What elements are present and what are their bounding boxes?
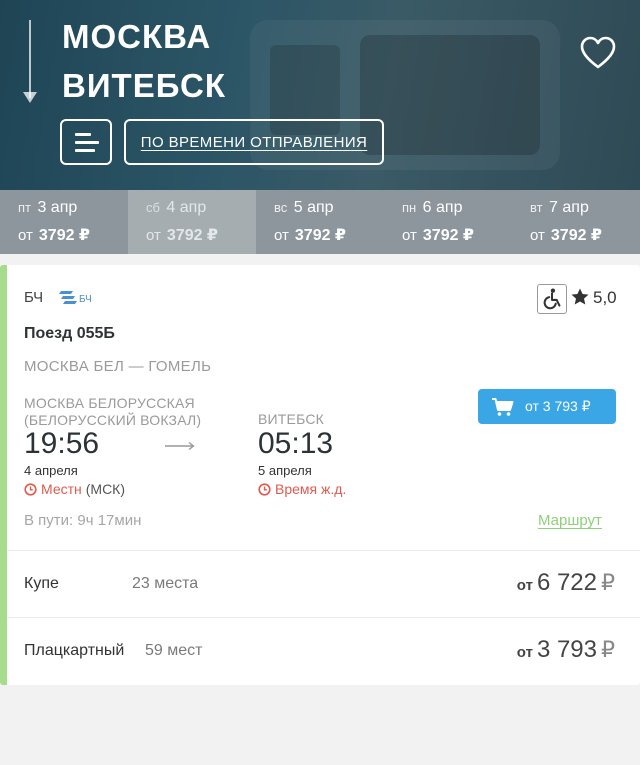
buy-ticket-label: от 3 793 ₽ [525, 398, 591, 414]
price-prefix: от [402, 227, 417, 244]
arrival-time: 05:13 [258, 427, 334, 460]
sort-order-label: ПО ВРЕМЕНИ ОТПРАВЛЕНИЯ [140, 133, 368, 151]
trip-duration: В пути: 9ч 17мин [24, 512, 142, 529]
price-prefix: от [516, 644, 533, 661]
train-rating: 5,0 [593, 288, 617, 307]
date-tab[interactable]: вт 7 апр от 3792 ₽ [512, 190, 640, 254]
date-price: 3792 ₽ [294, 227, 347, 244]
carrier-name: БЧ [24, 289, 44, 306]
car-class-row[interactable]: Купе 23 места от 6 722 ₽ [7, 551, 640, 617]
timezone-msk: (МСК) [85, 481, 126, 497]
header-background-window [360, 35, 540, 155]
currency-symbol: ₽ [601, 570, 615, 595]
currency-symbol: ₽ [601, 637, 615, 662]
star-icon [571, 288, 589, 305]
arrival-date: 5 апреля [258, 463, 312, 478]
route-link[interactable]: Маршрут [538, 512, 602, 529]
clock-icon [258, 482, 271, 496]
departure-time: 19:56 [24, 427, 100, 460]
price-value: 3 793 [536, 636, 597, 663]
sort-lines-icon [75, 141, 99, 144]
arrival-station: ВИТЕБСК [258, 411, 324, 427]
arrival-timezone: Время ж.д. [258, 481, 346, 497]
date-label: 6 апр [422, 199, 463, 216]
date-price: 3792 ₽ [38, 227, 91, 244]
route-direction-arrow-icon [23, 92, 37, 103]
date-price: 3792 ₽ [166, 227, 219, 244]
car-class-name: Купе [24, 575, 59, 592]
price-value: 6 722 [536, 569, 597, 596]
train-route: МОСКВА БЕЛ — ГОМЕЛЬ [24, 358, 212, 375]
date-label: 7 апр [549, 199, 589, 216]
date-tab[interactable]: пт 3 апр от 3792 ₽ [0, 190, 128, 254]
date-tab[interactable]: пн 6 апр от 3792 ₽ [384, 190, 512, 254]
date-weekday: пт [18, 200, 31, 215]
car-class-seats: 23 места [132, 575, 199, 592]
carrier-logo-icon: БЧ [59, 291, 92, 305]
sort-order-button[interactable]: ПО ВРЕМЕНИ ОТПРАВЛЕНИЯ [124, 119, 384, 165]
date-weekday: пн [402, 200, 417, 215]
car-class-price: от 6 722 ₽ [517, 569, 615, 597]
price-prefix: от [18, 227, 33, 244]
route-direction-line [29, 20, 31, 98]
price-prefix: от [146, 227, 161, 244]
route-header: МОСКВА ВИТЕБСК ПО ВРЕМЕНИ ОТПРАВЛЕНИЯ [0, 0, 640, 190]
sort-button[interactable] [60, 119, 112, 165]
date-price: 3792 ₽ [550, 227, 603, 244]
date-selector: пт 3 апр от 3792 ₽ сб 4 апр от 3792 ₽ вс 5… [0, 190, 640, 254]
origin-city: МОСКВА [62, 18, 212, 55]
buy-ticket-button[interactable]: от 3 793 ₽ [478, 389, 616, 424]
wheelchair-accessible-icon [537, 284, 567, 314]
date-tab-selected[interactable]: сб 4 апр от 3792 ₽ [128, 190, 256, 254]
date-weekday: сб [146, 200, 160, 215]
date-tab[interactable]: вс 5 апр от 3792 ₽ [256, 190, 384, 254]
clock-icon [24, 482, 37, 496]
timezone-label: Время ж.д. [275, 481, 347, 497]
car-class-name: Плацкартный [24, 642, 125, 659]
sort-lines-icon [75, 149, 95, 152]
heart-icon[interactable] [580, 36, 616, 70]
car-class-row[interactable]: Плацкартный 59 мест от 3 793 ₽ [7, 618, 640, 684]
timezone-label: Местн [41, 481, 82, 497]
carrier-logo-text: БЧ [79, 294, 92, 305]
car-class-seats: 59 мест [145, 642, 203, 659]
departure-station: МОСКВА БЕЛОРУССКАЯ (БЕЛОРУССКИЙ ВОКЗАЛ) [24, 395, 202, 428]
cart-icon [492, 397, 514, 416]
price-prefix: от [274, 227, 289, 244]
arrow-right-icon [165, 441, 195, 451]
date-label: 5 апр [293, 199, 334, 216]
car-class-price: от 3 793 ₽ [517, 636, 615, 664]
date-price: 3792 ₽ [422, 227, 475, 244]
date-label: 3 апр [37, 199, 78, 216]
train-number: Поезд 055Б [24, 325, 115, 342]
price-prefix: от [516, 577, 533, 594]
date-weekday: вс [274, 200, 288, 215]
date-label: 4 апр [166, 199, 207, 216]
departure-date: 4 апреля [24, 463, 78, 478]
sort-lines-icon [75, 133, 91, 136]
departure-timezone: Местн (МСК) [24, 481, 125, 497]
destination-city: ВИТЕБСК [62, 67, 226, 104]
date-weekday: вт [530, 200, 543, 215]
price-prefix: от [530, 227, 545, 244]
train-card[interactable]: БЧ БЧ 5,0 Поезд 055Б МОСКВА БЕЛ — ГОМЕЛЬ… [0, 265, 640, 685]
